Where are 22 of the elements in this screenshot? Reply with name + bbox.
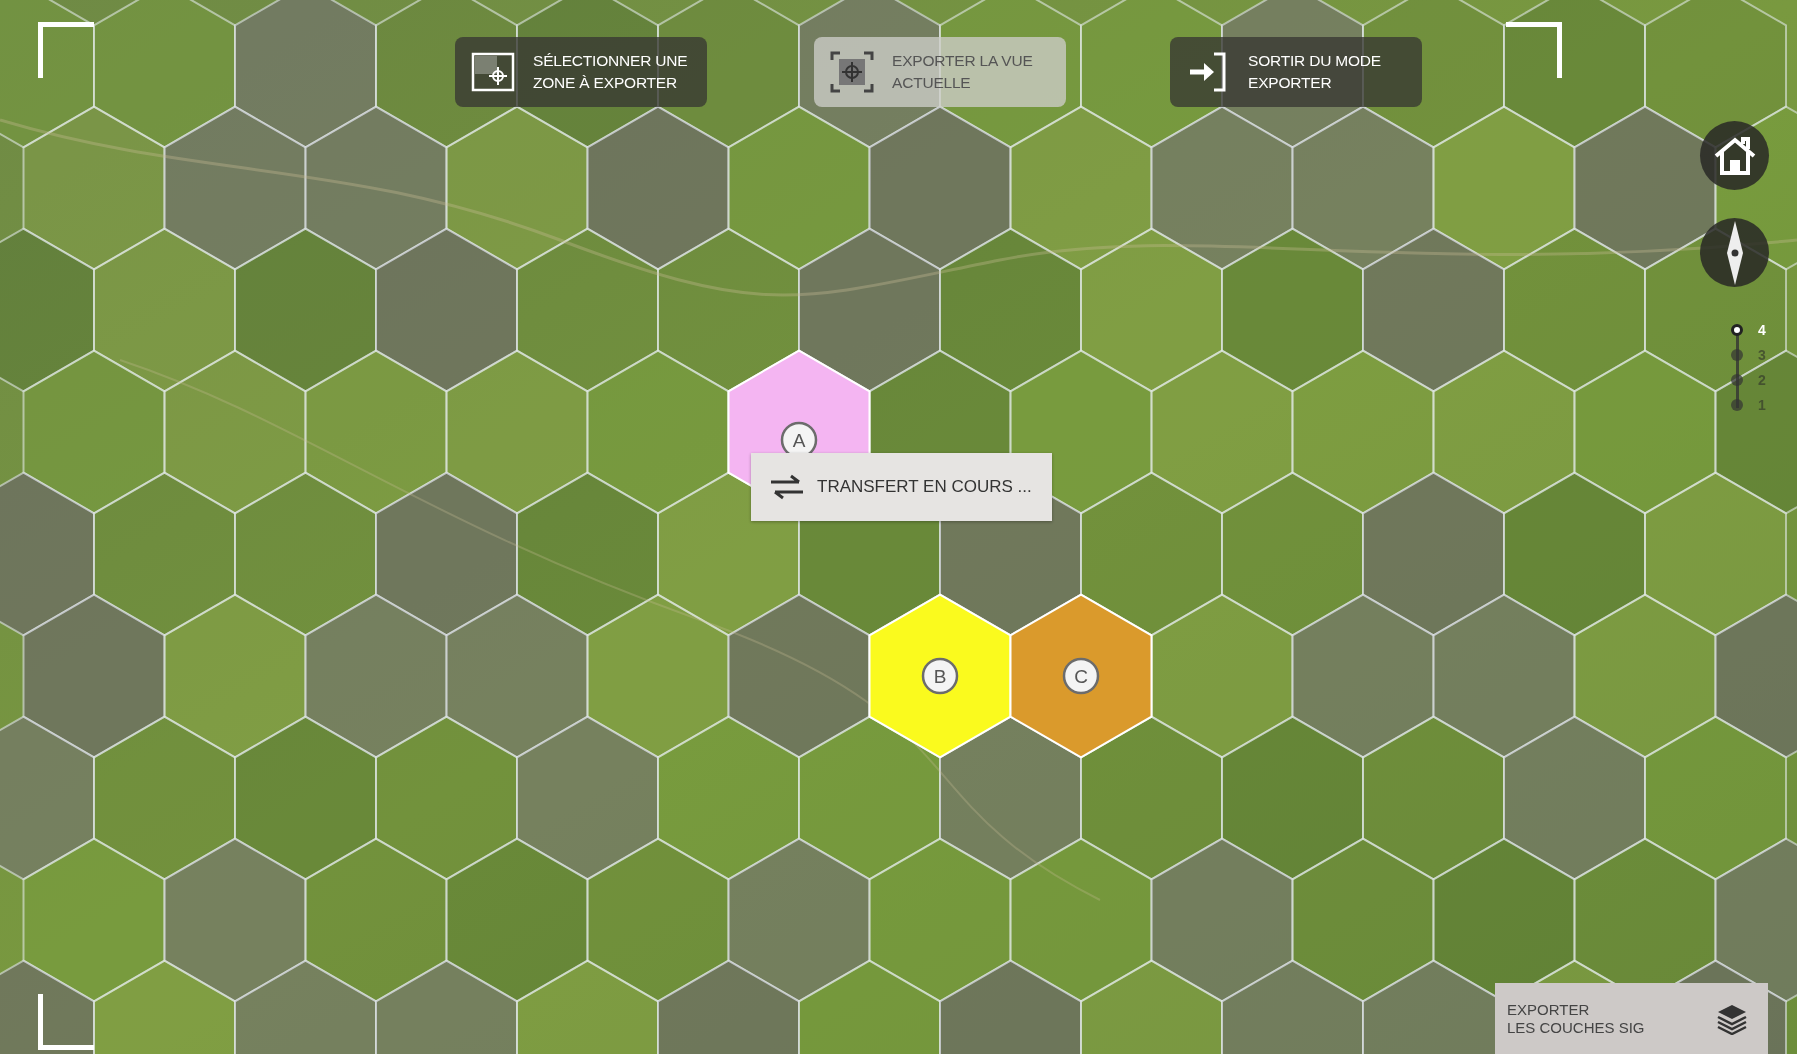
crosshair-icon (830, 50, 874, 94)
layers-icon (1716, 1002, 1748, 1035)
toolbar-button[interactable]: SORTIR DU MODE EXPORTER (1170, 37, 1422, 107)
zone-marker-icon (921, 657, 959, 695)
zone-label: A (792, 430, 806, 451)
select-area-icon (471, 50, 515, 94)
frame-corner (38, 22, 94, 78)
hex-zone[interactable] (868, 593, 1012, 759)
frame-corner (1506, 22, 1562, 78)
zoom-level-label: 4 (1758, 323, 1766, 337)
frame-corner (38, 994, 94, 1050)
hex-zone[interactable] (1009, 593, 1153, 759)
zone-label: C (1074, 666, 1088, 687)
toolbar-button[interactable]: SÉLECTIONNER UNE ZONE À EXPORTER (455, 37, 707, 107)
export-layers-button[interactable]: EXPORTER LES COUCHES SIG (1495, 983, 1768, 1054)
compass-needle-icon (1724, 220, 1745, 285)
zone-label: B (933, 666, 947, 687)
zone-marker-icon (1062, 657, 1100, 695)
home-icon (1712, 135, 1757, 176)
zoom-level-label: 3 (1758, 348, 1766, 362)
swap-arrows-icon (771, 474, 803, 500)
transfer-status-text: TRANSFERT EN COURS ... (817, 476, 1032, 499)
